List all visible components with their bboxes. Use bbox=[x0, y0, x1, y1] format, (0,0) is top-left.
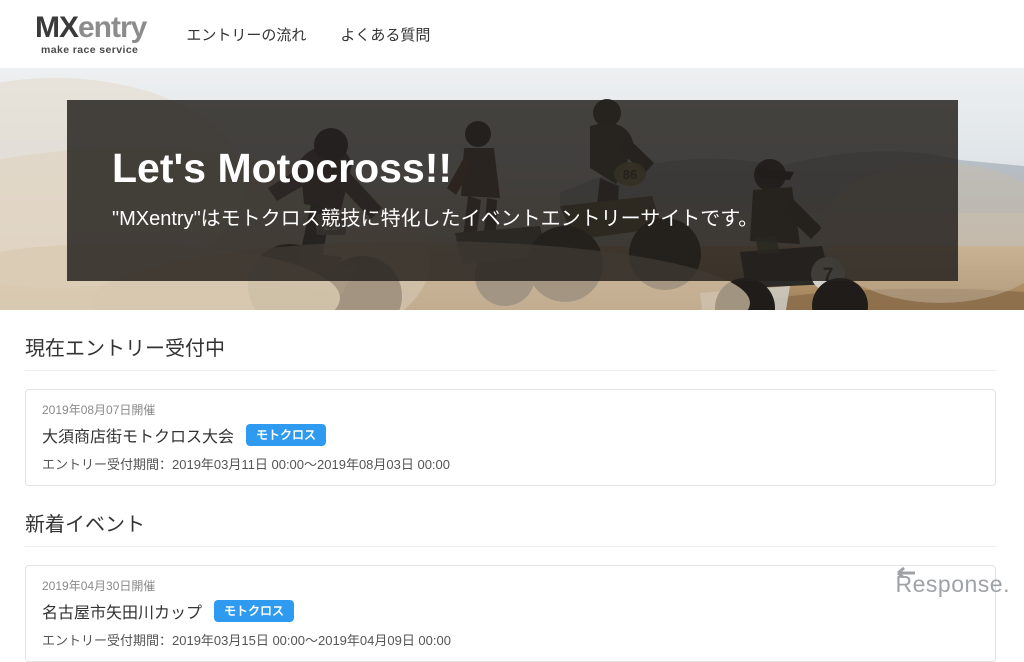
section-divider bbox=[25, 546, 996, 547]
section-new-events: 新着イベント 2019年04月30日開催 名古屋市矢田川カップ モトクロス エン… bbox=[25, 508, 996, 662]
section-heading-new: 新着イベント bbox=[25, 508, 996, 537]
logo-mx: MX bbox=[35, 11, 78, 44]
response-watermark: Response. bbox=[896, 573, 1010, 596]
site-header: MXentry make race service エントリーの流れ よくある質… bbox=[0, 0, 1024, 68]
event-date: 2019年04月30日開催 bbox=[42, 577, 979, 594]
event-entry-period: エントリー受付期間：2019年03月11日 00:00〜2019年08月03日 … bbox=[42, 454, 979, 473]
event-card-osu[interactable]: 2019年08月07日開催 大須商店街モトクロス大会 モトクロス エントリー受付… bbox=[25, 389, 996, 486]
event-title[interactable]: 大須商店街モトクロス大会 bbox=[42, 423, 234, 447]
hero-subtitle: "MXentry"はモトクロス競技に特化したイベントエントリーサイトです。 bbox=[112, 202, 958, 231]
response-arrow-icon bbox=[892, 566, 916, 578]
hero-banner: 22 86 bbox=[0, 68, 1024, 310]
event-title-row: 名古屋市矢田川カップ モトクロス bbox=[42, 599, 979, 623]
site-logo[interactable]: MXentry make race service bbox=[35, 13, 146, 56]
nav-faq[interactable]: よくある質問 bbox=[340, 24, 430, 45]
hero-title: Let's Motocross!! bbox=[112, 146, 958, 191]
event-card-yadagawa[interactable]: 2019年04月30日開催 名古屋市矢田川カップ モトクロス エントリー受付期間… bbox=[25, 565, 996, 662]
nav-entry-flow[interactable]: エントリーの流れ bbox=[186, 24, 306, 45]
event-category-badge: モトクロス bbox=[214, 600, 294, 622]
main-nav: エントリーの流れ よくある質問 bbox=[186, 24, 430, 45]
event-entry-period: エントリー受付期間：2019年03月15日 00:00〜2019年04月09日 … bbox=[42, 630, 979, 649]
event-title-row: 大須商店街モトクロス大会 モトクロス bbox=[42, 423, 979, 447]
logo-wordmark: MXentry bbox=[35, 13, 146, 43]
event-date: 2019年08月07日開催 bbox=[42, 401, 979, 418]
event-title[interactable]: 名古屋市矢田川カップ bbox=[42, 599, 202, 623]
hero-overlay-panel: Let's Motocross!! "MXentry"はモトクロス競技に特化した… bbox=[67, 100, 958, 281]
section-divider bbox=[25, 370, 996, 371]
event-category-badge: モトクロス bbox=[246, 424, 326, 446]
section-current-entries: 現在エントリー受付中 2019年08月07日開催 大須商店街モトクロス大会 モト… bbox=[25, 332, 996, 486]
page-content: 現在エントリー受付中 2019年08月07日開催 大須商店街モトクロス大会 モト… bbox=[25, 332, 996, 662]
logo-tagline: make race service bbox=[35, 45, 146, 56]
section-heading-current: 現在エントリー受付中 bbox=[25, 332, 996, 361]
logo-entry: entry bbox=[78, 11, 146, 44]
